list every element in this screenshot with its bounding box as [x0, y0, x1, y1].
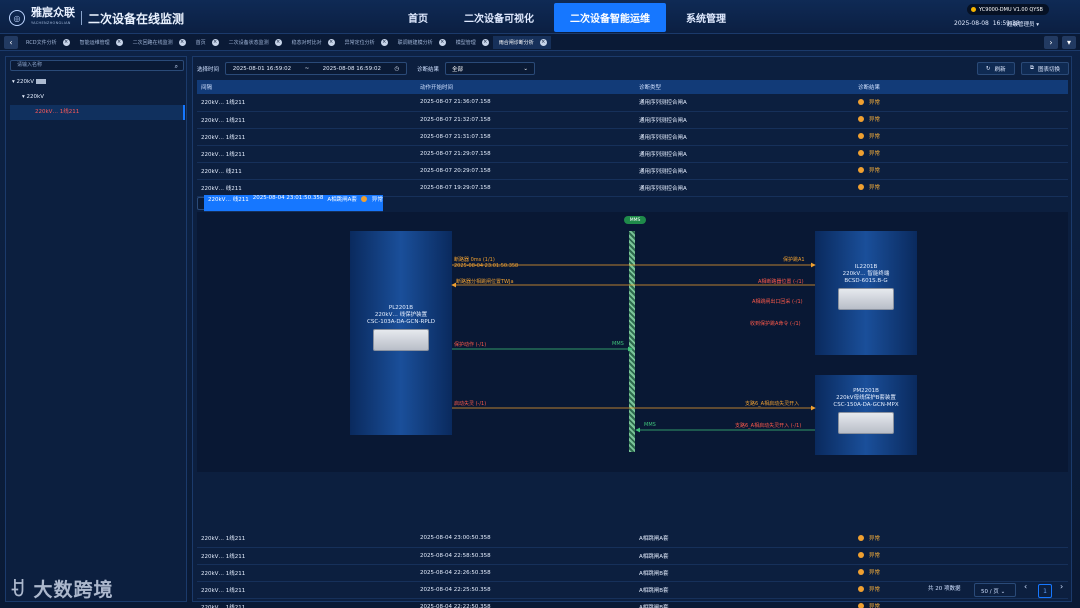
- msg-label: 启动失灵 (-/1): [454, 401, 487, 407]
- app-root: ◎ 雅宸众联 YACHENZHONGLIAN 二次设备在线监测 首页 二次设备可视…: [0, 0, 1080, 608]
- page-size-select[interactable]: 50 / 页 ⌄: [974, 583, 1016, 597]
- msg-label: 支路6_A相启动失灵开入 (-/1): [735, 423, 802, 429]
- watermark-text: 大数跨境: [33, 579, 114, 601]
- msg-label: A相跳闸出口回采 (-/1): [752, 299, 803, 305]
- msg-label: MMS: [612, 341, 624, 347]
- msg-label: 收到保护跳A命令 (-/1): [750, 321, 801, 327]
- msg-label: 断路器 0ms (1/1): [454, 257, 495, 263]
- msg-label: 保护动作 (-/1): [454, 342, 487, 348]
- msg-label: 支路6_A相启动失灵开入: [745, 401, 800, 407]
- msg-label: 保护跳A1: [783, 257, 805, 263]
- msg-label: 2025-08-04 23:01:50.358: [454, 263, 519, 269]
- message-arrows: [451, 262, 816, 433]
- msg-label: A相断路器位置 (-/1): [758, 279, 804, 285]
- msg-label: MMS: [644, 422, 656, 428]
- prev-page-icon[interactable]: ‹: [1024, 582, 1027, 591]
- msg-label: 断路器分相跳闸位置TWJa: [456, 279, 514, 285]
- page-number[interactable]: 1: [1038, 584, 1052, 598]
- page-size-value: 50 / 页: [981, 589, 999, 595]
- next-page-icon[interactable]: ›: [1060, 582, 1063, 591]
- total-count: 共 20 项数据: [928, 586, 961, 592]
- watermark: ꀀ 大数跨境: [10, 579, 114, 601]
